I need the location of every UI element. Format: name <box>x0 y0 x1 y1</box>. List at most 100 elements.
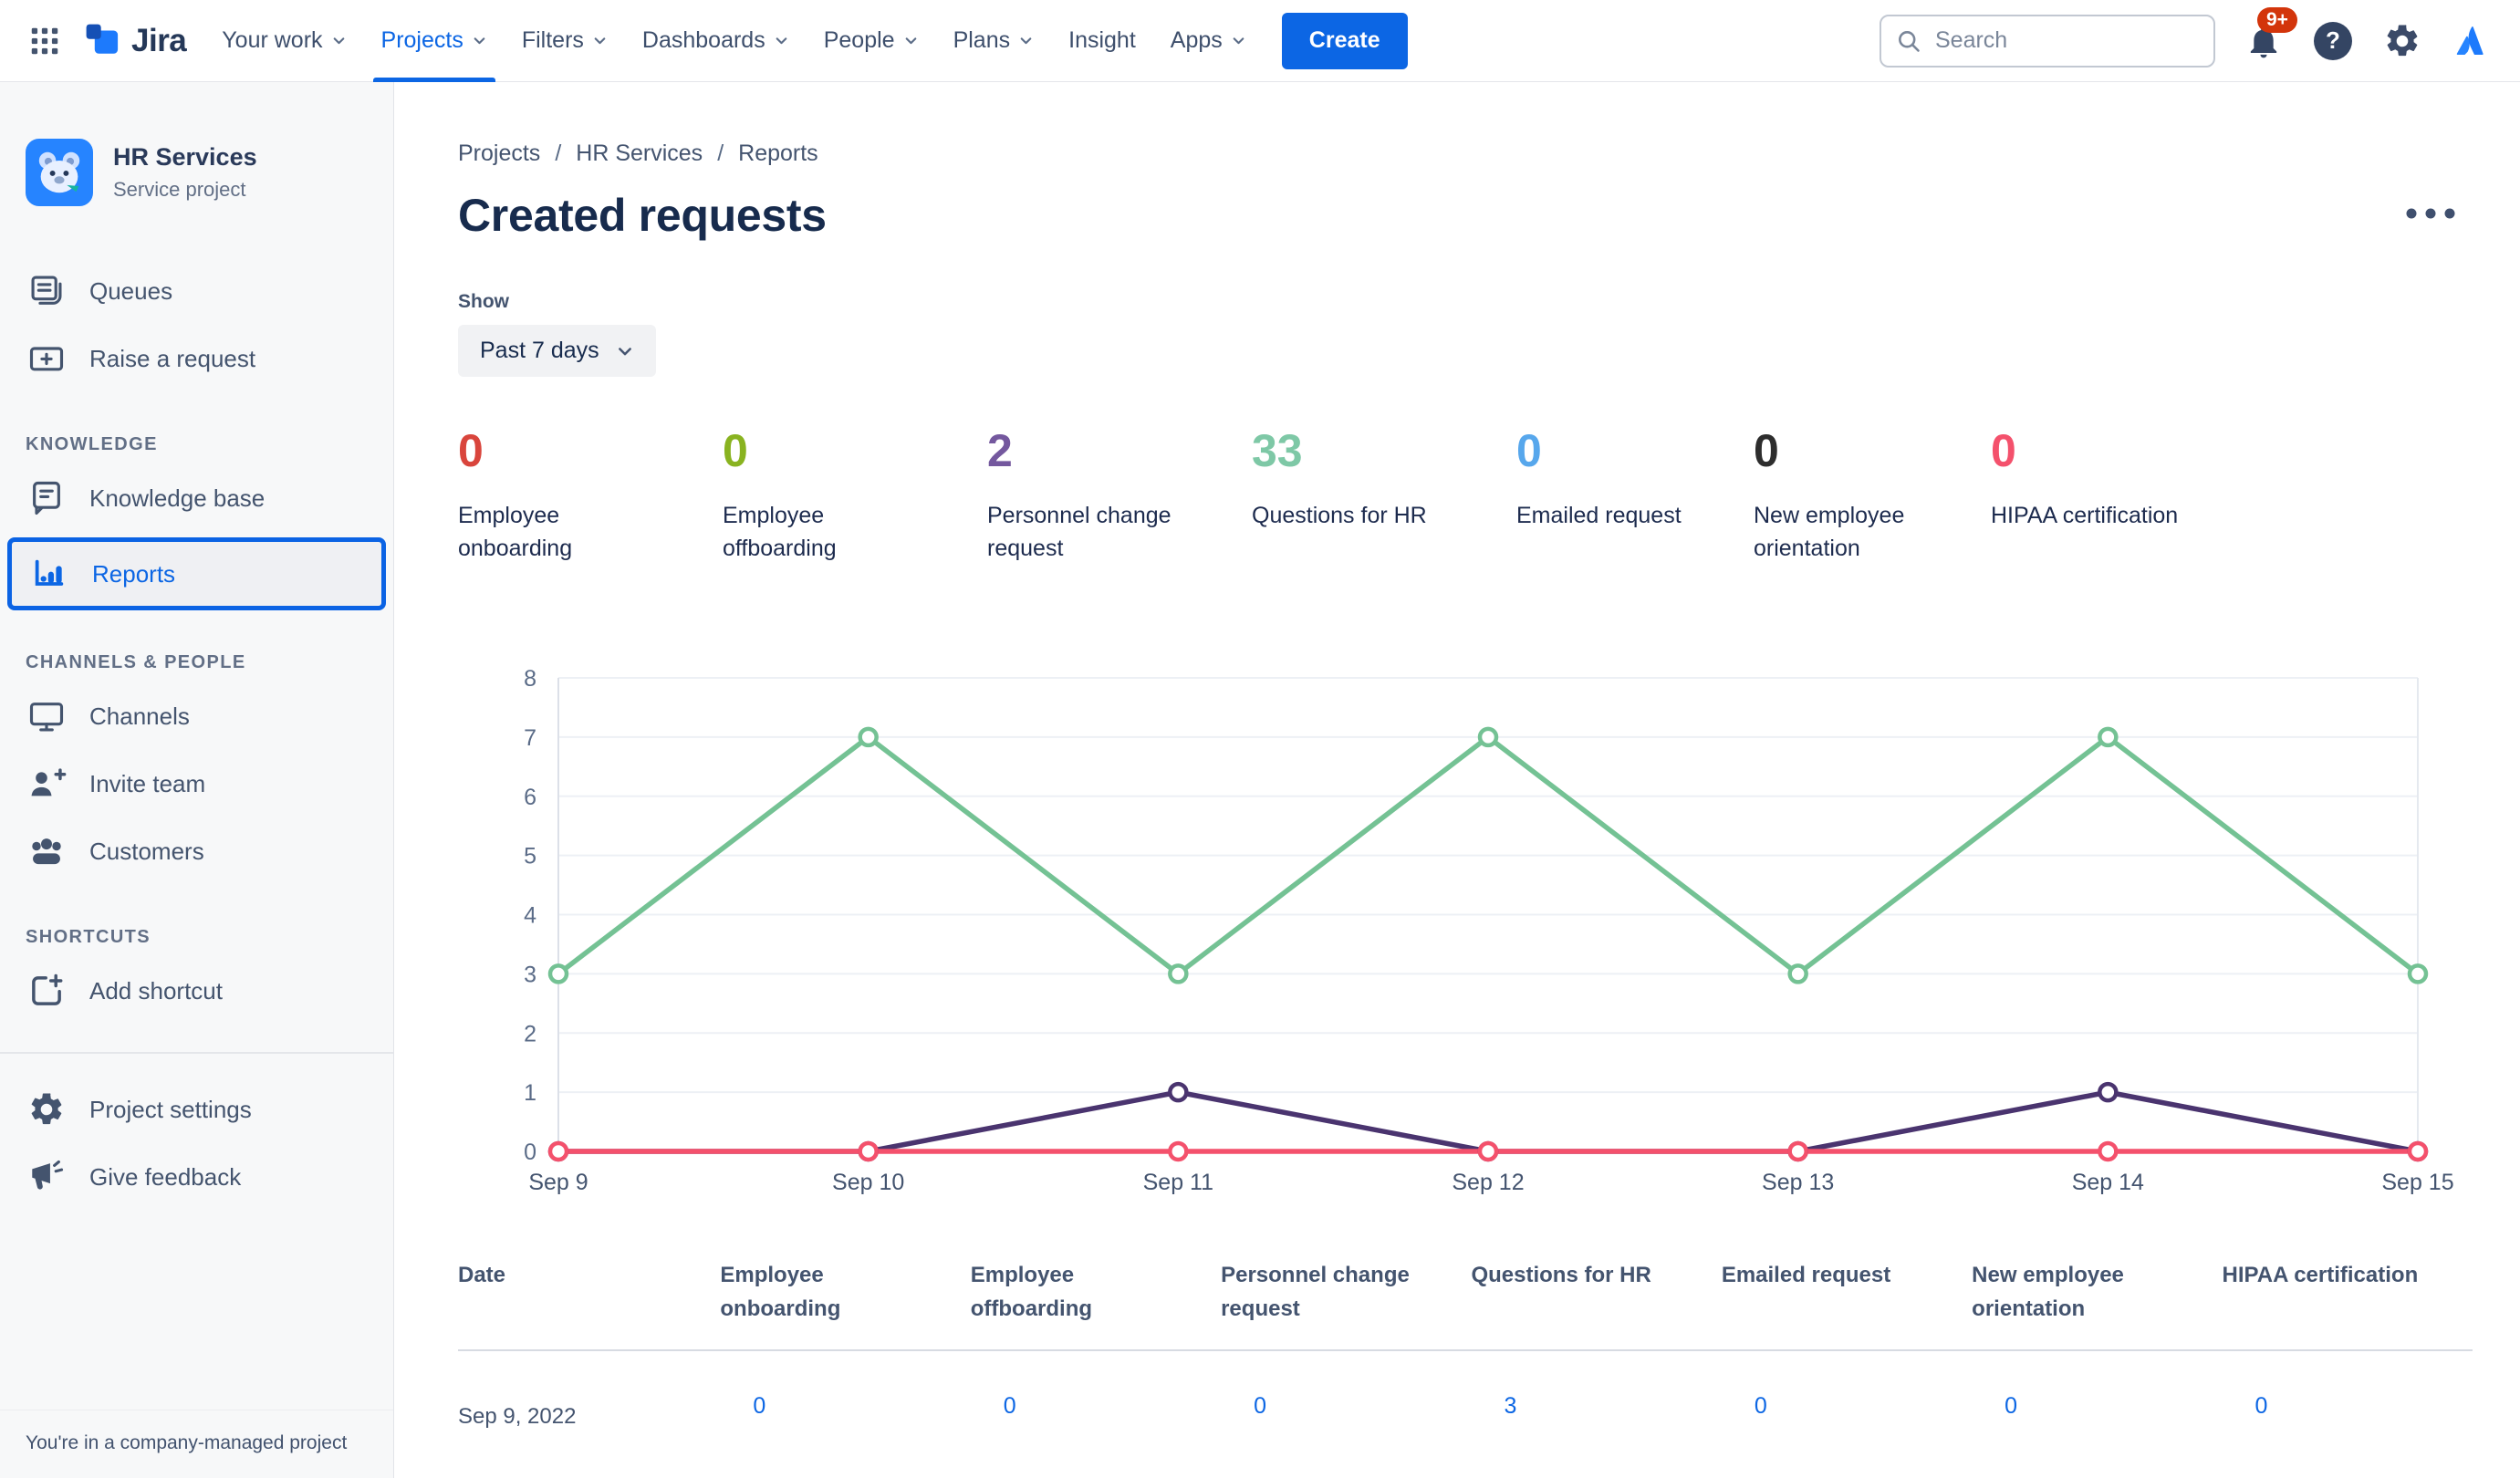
data-point-marker[interactable] <box>1168 963 1189 984</box>
nav-item-plans[interactable]: Plans <box>936 0 1052 82</box>
row-value-cell: 0 <box>1972 1350 2222 1457</box>
request-count-link[interactable]: 0 <box>2005 1393 2017 1419</box>
data-point-marker[interactable] <box>1787 1140 1808 1162</box>
nav-item-insight[interactable]: Insight <box>1051 0 1153 82</box>
topbar-right-group: 9+ ? <box>1880 6 2493 68</box>
stat-value: 0 <box>1991 425 2016 476</box>
column-header-emailed-request: Emailed request <box>1721 1258 1973 1352</box>
stat-new-employee-orientation: 0 New employee orientation <box>1754 428 1991 565</box>
data-point-marker[interactable] <box>2098 1140 2119 1162</box>
sidebar-item-queues[interactable]: Queues <box>9 257 384 325</box>
notification-badge: 9+ <box>2257 6 2297 33</box>
sidebar-item-label: Knowledge base <box>89 484 266 512</box>
y-tick-label: 3 <box>524 962 536 987</box>
created-requests-table: Date Employee onboarding Employee offboard… <box>458 1258 2473 1478</box>
sidebar-item-raise-a-request[interactable]: Raise a request <box>9 325 384 392</box>
request-count-link[interactable]: 3 <box>1504 1393 1516 1419</box>
atlassian-account-button[interactable] <box>2451 20 2493 62</box>
sidebar-item-knowledge-base[interactable]: Knowledge base <box>9 464 384 532</box>
chevron-down-icon <box>776 37 787 45</box>
nav-item-apps[interactable]: Apps <box>1153 0 1264 82</box>
help-button[interactable]: ? <box>2312 20 2354 62</box>
chevron-down-icon <box>1020 37 1032 45</box>
row-value-cell: 0 <box>2223 1350 2473 1457</box>
nav-item-label: Plans <box>953 27 1011 53</box>
breadcrumb-hr-services[interactable]: HR Services <box>576 141 703 167</box>
data-point-marker[interactable] <box>1168 1140 1189 1162</box>
request-count-link[interactable]: 0 <box>1004 1393 1016 1419</box>
date-range-dropdown[interactable]: Past 7 days <box>458 325 656 377</box>
sidebar-menu: Queues Raise a request KNOWLEDGE Knowled… <box>0 257 393 1211</box>
data-point-marker[interactable] <box>1477 1140 1499 1162</box>
sidebar-item-reports[interactable]: Reports <box>7 537 386 610</box>
project-sidebar: HR Services Service project Queues Raise… <box>0 82 394 1478</box>
main-content: Projects / HR Services / Reports Created… <box>394 82 2520 1478</box>
row-value-cell: 7 <box>1471 1457 1721 1478</box>
more-actions-button[interactable] <box>2392 198 2473 234</box>
data-point-marker[interactable] <box>2098 1081 2119 1103</box>
stat-employee-offboarding: 0 Employee offboarding <box>723 428 987 565</box>
stat-employee-onboarding: 0 Employee onboarding <box>458 428 723 565</box>
notifications-button[interactable]: 9+ <box>2243 6 2297 62</box>
data-point-marker[interactable] <box>2407 1140 2429 1162</box>
row-value-cell: 0 <box>971 1457 1221 1478</box>
data-point-marker[interactable] <box>1787 963 1808 984</box>
search-box[interactable] <box>1880 14 2215 68</box>
sidebar-item-channels[interactable]: Channels <box>9 682 384 750</box>
request-count-link[interactable]: 0 <box>753 1393 765 1419</box>
reports-icon <box>28 554 70 594</box>
nav-item-projects[interactable]: Projects <box>364 0 505 82</box>
data-point-marker[interactable] <box>858 1140 879 1162</box>
data-point-marker[interactable] <box>2098 726 2119 748</box>
invite-team-icon <box>26 764 68 804</box>
stat-value: 33 <box>1252 425 1303 476</box>
stat-value: 0 <box>458 425 484 476</box>
nav-item-filters[interactable]: Filters <box>505 0 625 82</box>
y-tick-label: 2 <box>524 1021 536 1046</box>
knowledge-base-icon <box>26 478 68 518</box>
sidebar-item-invite-team[interactable]: Invite team <box>9 750 384 817</box>
nav-item-your-work[interactable]: Your work <box>204 0 363 82</box>
stat-value: 0 <box>1516 425 1542 476</box>
request-count-link[interactable]: 0 <box>1755 1393 1767 1419</box>
sidebar-item-customers[interactable]: Customers <box>9 817 384 885</box>
request-count-link[interactable]: 0 <box>2255 1393 2268 1419</box>
chevron-down-icon <box>1233 37 1244 45</box>
date-range-value: Past 7 days <box>480 338 599 363</box>
data-point-marker[interactable] <box>547 1140 569 1162</box>
jira-logo[interactable]: Jira <box>82 20 187 62</box>
table-row: Sep 9, 2022 0 0 0 3 0 0 0 <box>458 1350 2473 1457</box>
sidebar-item-add-shortcut[interactable]: Add shortcut <box>9 957 384 1025</box>
request-count-link[interactable]: 0 <box>1254 1393 1266 1419</box>
data-point-marker[interactable] <box>1477 726 1499 748</box>
row-value-cell: 0 <box>1722 1350 1972 1457</box>
sidebar-item-project-settings[interactable]: Project settings <box>9 1076 384 1143</box>
search-input[interactable] <box>1933 26 2199 55</box>
x-tick-label: Sep 13 <box>1762 1170 1834 1195</box>
data-point-marker[interactable] <box>2407 963 2429 984</box>
data-point-marker[interactable] <box>547 963 569 984</box>
stat-label: HIPAA certification <box>1991 503 2179 528</box>
raise-request-icon <box>26 338 68 379</box>
breadcrumb-projects[interactable]: Projects <box>458 141 540 167</box>
row-value-cell: 0 <box>720 1350 970 1457</box>
nav-item-people[interactable]: People <box>807 0 936 82</box>
row-value-cell: 3 <box>1471 1350 1721 1457</box>
nav-item-label: Projects <box>380 27 463 53</box>
data-point-marker[interactable] <box>1168 1081 1189 1103</box>
row-date: Sep 10, 2022 <box>458 1457 720 1478</box>
data-point-marker[interactable] <box>858 726 879 748</box>
add-shortcut-icon <box>26 971 68 1011</box>
create-button[interactable]: Create <box>1281 12 1408 69</box>
stat-label: New employee orientation <box>1754 503 1905 561</box>
show-filter-label: Show <box>458 291 509 312</box>
settings-button[interactable] <box>2381 20 2423 62</box>
breadcrumb-reports[interactable]: Reports <box>738 141 818 167</box>
nav-item-dashboards[interactable]: Dashboards <box>625 0 807 82</box>
customers-icon <box>26 831 68 871</box>
project-settings-gear-icon <box>26 1090 68 1129</box>
sidebar-item-label: Raise a request <box>89 344 256 372</box>
project-type: Service project <box>113 178 246 201</box>
sidebar-item-give-feedback[interactable]: Give feedback <box>9 1143 384 1211</box>
app-switcher-icon[interactable] <box>27 24 62 58</box>
